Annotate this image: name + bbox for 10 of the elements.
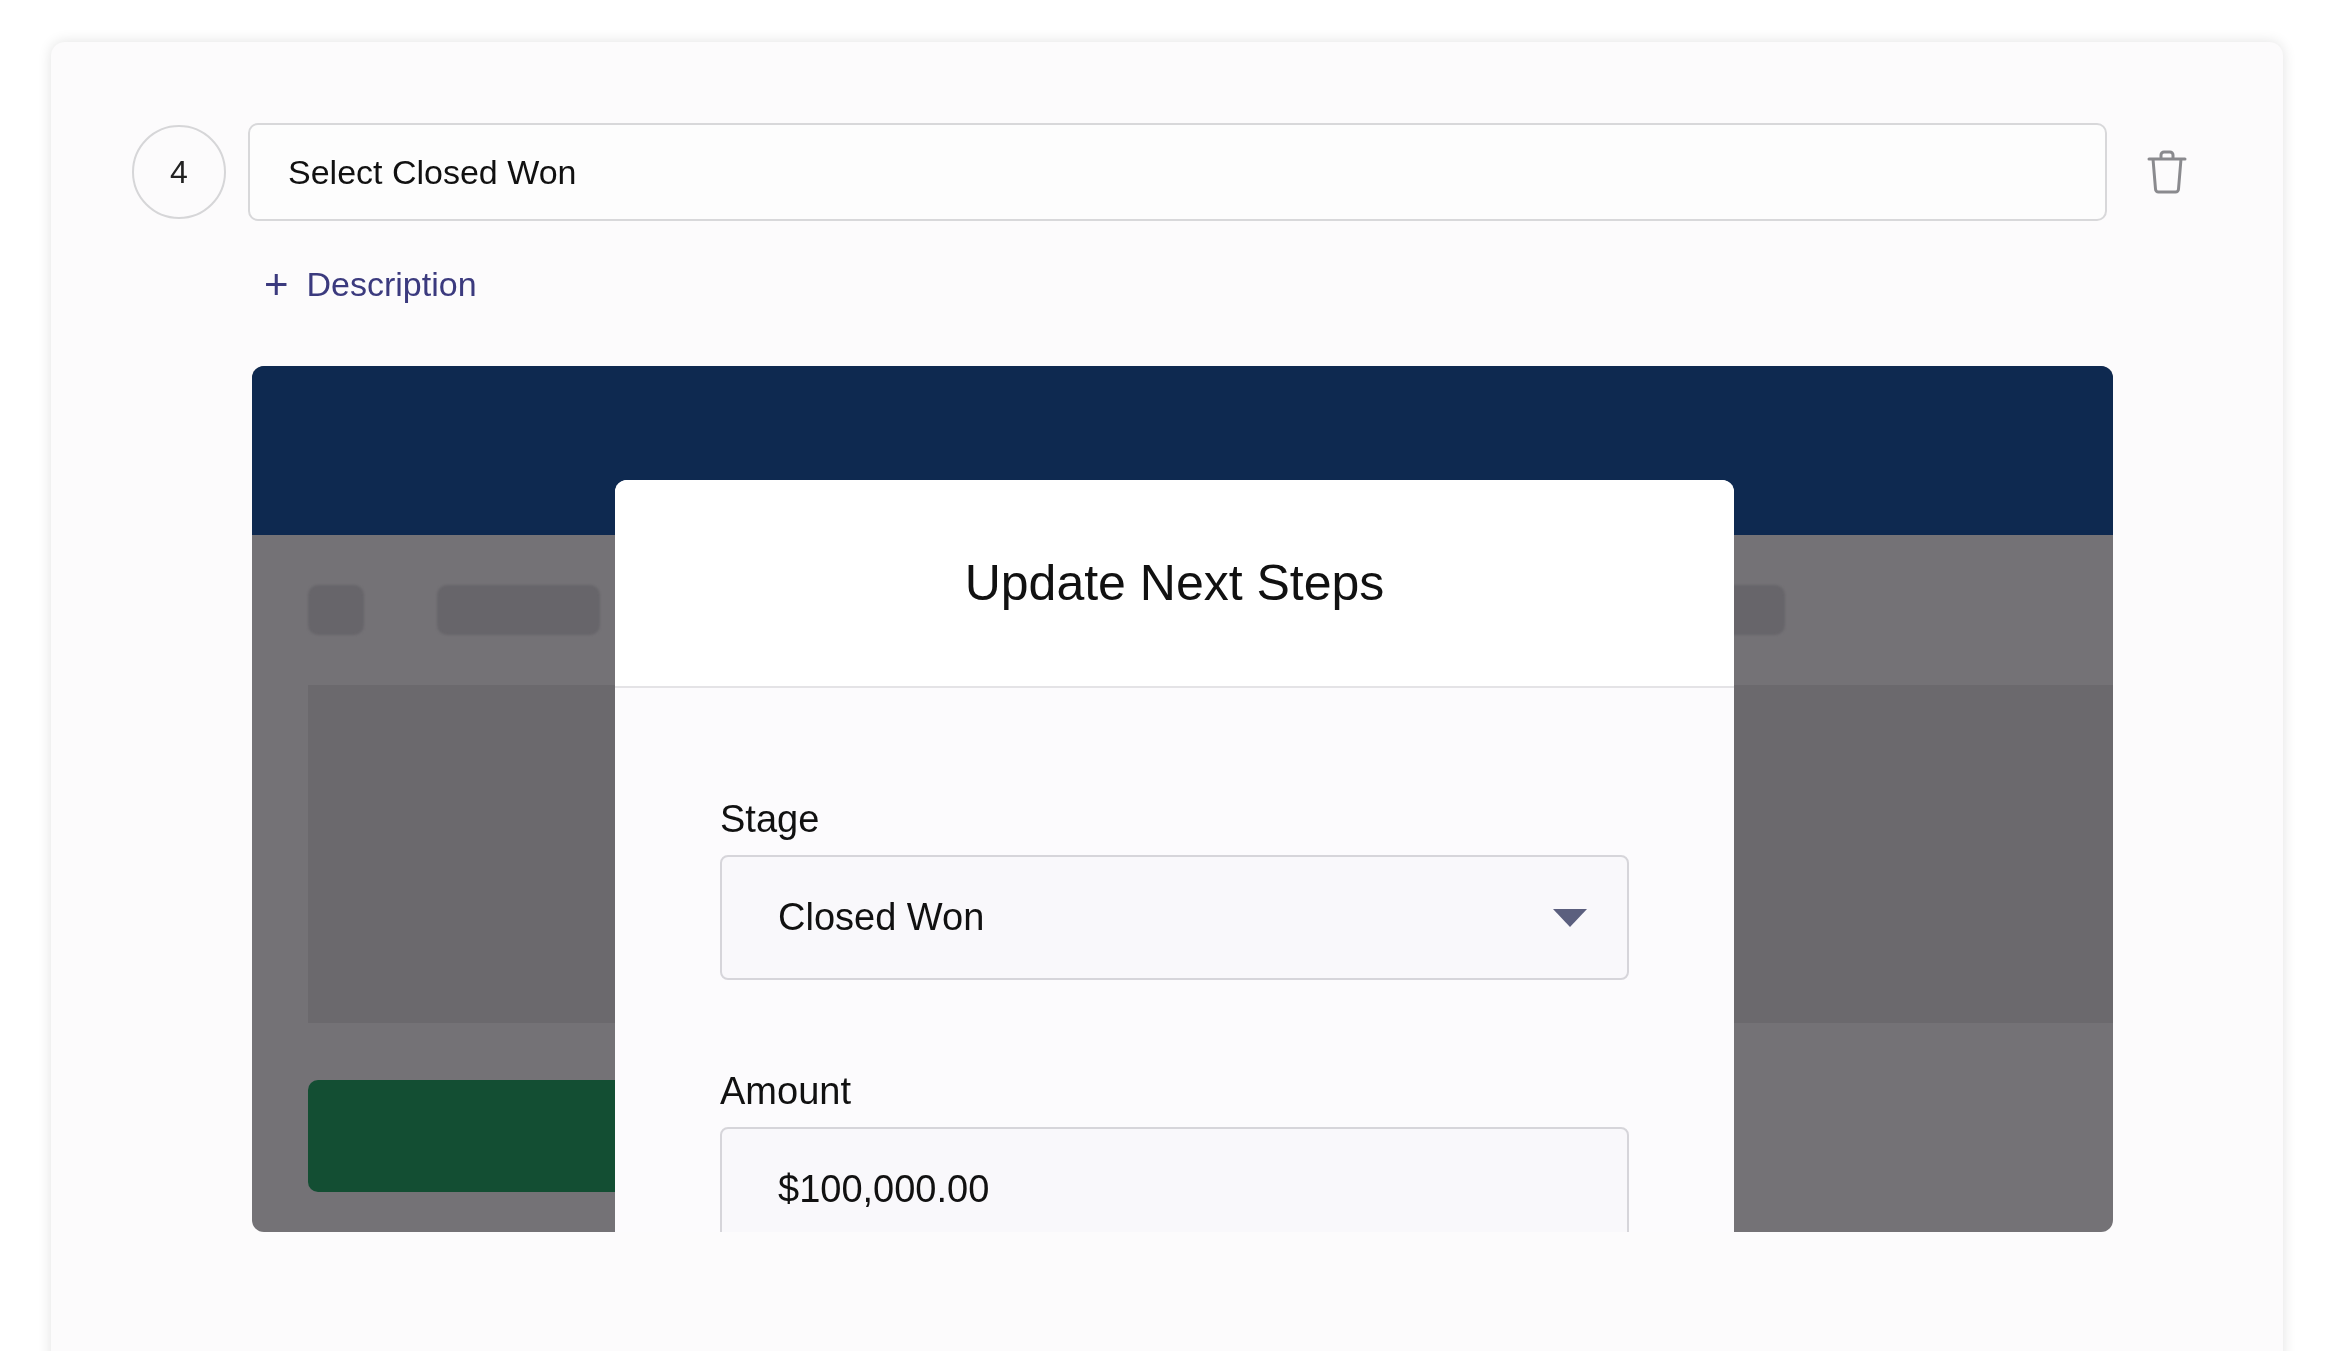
caret-icon	[1553, 908, 1587, 927]
stage-dropdown[interactable]: Closed Won	[720, 855, 1629, 980]
trash-icon[interactable]	[2147, 150, 2187, 194]
step-number: 4	[132, 125, 226, 219]
field-label: Stage	[720, 798, 821, 841]
step-title-input[interactable]: Select Closed Won	[248, 123, 2107, 221]
field-label: Amount	[720, 1070, 852, 1113]
add-description-link[interactable]: + Description	[264, 261, 477, 308]
modal-title: Update Next Steps	[615, 480, 1734, 688]
amount-input[interactable]: $100,000.00	[720, 1127, 1629, 1232]
